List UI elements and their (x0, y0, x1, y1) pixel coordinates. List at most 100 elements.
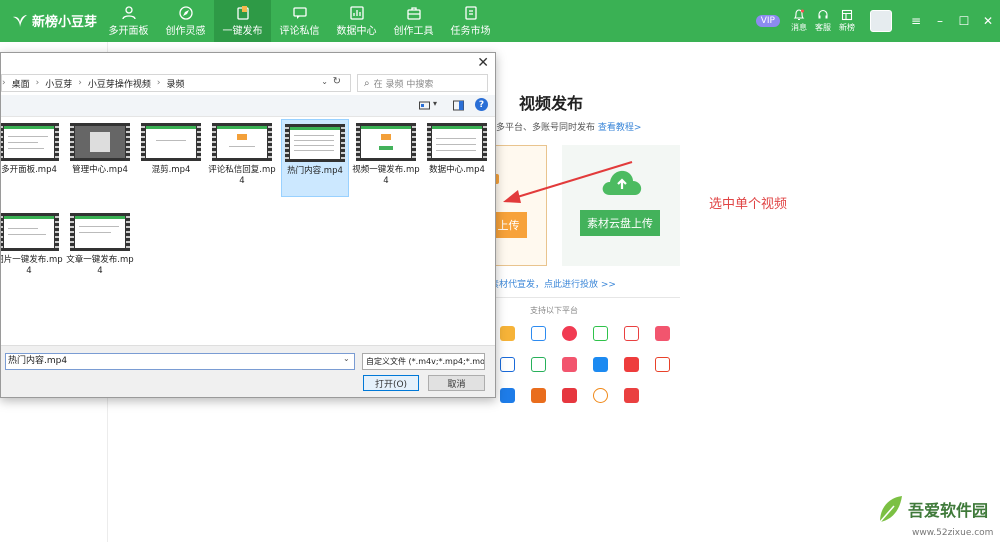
platform-icon (531, 357, 546, 372)
video-thumbnail (427, 123, 487, 161)
newrank-button[interactable]: 新榜 (836, 9, 858, 33)
file-item[interactable]: 管理中心.mp4 (66, 119, 134, 176)
chevron-down-icon[interactable]: ▾ (433, 99, 437, 108)
subtitle-text: 、多平台、多账号同时发布 (487, 123, 596, 133)
help-icon[interactable]: ? (475, 98, 488, 111)
cloud-upload-card[interactable] (562, 145, 680, 266)
task-icon (464, 5, 477, 20)
page-subtitle: 、多平台、多账号同时发布 查看教程> (487, 120, 641, 133)
address-bar[interactable]: › 桌面 › 小豆芽 › 小豆芽操作视频 › 录频 ⌄ ↻ (1, 74, 351, 92)
cancel-button[interactable]: 取消 (428, 375, 485, 391)
platform-icon (624, 357, 639, 372)
file-name: 混剪.mp4 (151, 165, 191, 175)
dialog-toolbar: ▾ (1, 95, 495, 117)
breadcrumb-item[interactable]: 小豆芽操作视频 (88, 77, 151, 90)
close-icon[interactable]: ✕ (976, 14, 1000, 28)
nav-label: 创作灵感 (165, 25, 206, 37)
search-placeholder: 在 录频 中搜索 (373, 79, 434, 90)
view-options-icon[interactable] (419, 100, 430, 111)
nav-multi-panel[interactable]: 多开面板 (100, 0, 157, 42)
open-button[interactable]: 打开(O) (363, 375, 419, 391)
promo-link[interactable]: 素材代宣发，点此进行投放 >> (490, 277, 616, 290)
breadcrumb-item[interactable]: 小豆芽 (45, 77, 72, 90)
platform-icon (593, 388, 608, 403)
maximize-icon[interactable]: ☐ (952, 14, 976, 28)
video-thumbnail (141, 123, 201, 161)
search-input[interactable]: ⌕ 在 录频 中搜索 (357, 74, 488, 92)
cloud-upload-button[interactable]: 素材云盘上传 (580, 210, 660, 236)
platform-icon (655, 326, 670, 341)
nav-label: 一键发布 (222, 25, 263, 37)
watermark-url: www.52zixue.com (912, 528, 994, 538)
compass-icon (178, 5, 193, 20)
nav-label: 多开面板 (108, 25, 149, 37)
nav-creation-tools[interactable]: 创作工具 (385, 0, 442, 42)
file-open-dialog: ✕ › 桌面 › 小豆芽 › 小豆芽操作视频 › 录频 ⌄ ↻ ⌕ 在 录频 中… (0, 52, 496, 398)
messages-button[interactable]: 消息 (788, 9, 810, 33)
file-item-selected[interactable]: 热门内容.mp4 (281, 119, 349, 197)
platform-icon (531, 326, 546, 341)
file-name: 热门内容.mp4 (287, 166, 343, 176)
chevron-down-icon[interactable]: ⌄ (321, 77, 328, 86)
board-icon (841, 9, 853, 21)
file-name: 文章一键发布.mp4 (66, 255, 134, 276)
file-name: 多开面板.mp4 (1, 165, 57, 175)
platform-icon (562, 326, 577, 341)
sprout-icon (13, 14, 27, 27)
bell-icon (793, 9, 805, 21)
breadcrumb-item[interactable]: 录频 (166, 77, 184, 90)
support-button[interactable]: 客服 (812, 9, 834, 33)
nav-task-market[interactable]: 任务市场 (442, 0, 499, 42)
vip-badge[interactable]: VIP (755, 15, 780, 27)
platform-icon (593, 357, 608, 372)
divider (470, 297, 680, 298)
nav-label: 创作工具 (393, 25, 434, 37)
file-name: 图片一键发布.mp4 (0, 255, 63, 276)
dialog-bottom-bar: 热门内容.mp4 ⌄ 自定义文件 (*.m4v;*.mp4;*.mov 打开(O… (1, 345, 495, 397)
toolbox-icon (406, 6, 421, 20)
refresh-icon[interactable]: ↻ (333, 76, 341, 87)
platform-icon (500, 326, 515, 341)
filename-input[interactable]: 热门内容.mp4 (5, 353, 355, 370)
avatar[interactable] (870, 10, 892, 32)
preview-pane-icon[interactable] (453, 100, 464, 111)
tool-label: 新榜 (839, 23, 855, 32)
dialog-close-icon[interactable]: ✕ (477, 55, 489, 71)
file-item[interactable]: 文章一键发布.mp4 (66, 209, 134, 277)
people-icon (121, 5, 136, 19)
file-name: 视频一键发布.mp4 (352, 165, 420, 186)
file-item[interactable]: 视频一键发布.mp4 (352, 119, 420, 187)
menu-icon[interactable]: ≡ (904, 14, 928, 28)
chevron-right-icon: › (2, 78, 6, 88)
platform-icon (593, 326, 608, 341)
breadcrumb-item[interactable]: 桌面 (12, 77, 30, 90)
nav-one-click-publish[interactable]: 一键发布 (214, 0, 271, 42)
chevron-right-icon: › (35, 78, 40, 88)
platform-icon (624, 388, 639, 403)
chart-icon (349, 5, 364, 20)
headset-icon (818, 9, 828, 19)
platform-icon (655, 357, 670, 372)
watermark: 吾爱软件园 (878, 494, 988, 524)
file-item[interactable]: 评论私信回复.mp4 (208, 119, 276, 187)
file-item[interactable]: 多开面板.mp4 (1, 119, 63, 176)
chevron-right-icon: › (156, 78, 161, 88)
tutorial-link[interactable]: 查看教程> (598, 123, 642, 133)
nav-comments[interactable]: 评论私信 (271, 0, 328, 42)
tool-label: 客服 (815, 23, 831, 32)
chevron-down-icon[interactable]: ⌄ (343, 354, 350, 363)
file-item[interactable]: 图片一键发布.mp4 (0, 209, 63, 277)
minimize-icon[interactable]: – (928, 14, 952, 28)
filetype-select[interactable]: 自定义文件 (*.m4v;*.mp4;*.mov (362, 353, 485, 370)
nav-inspiration[interactable]: 创作灵感 (157, 0, 214, 42)
chevron-right-icon: › (78, 78, 82, 88)
nav-data-center[interactable]: 数据中心 (328, 0, 385, 42)
video-thumbnail (70, 123, 130, 161)
video-thumbnail (70, 213, 130, 251)
nav-label: 任务市场 (450, 25, 491, 37)
file-item[interactable]: 混剪.mp4 (137, 119, 205, 176)
app-name: 新榜小豆芽 (32, 15, 98, 30)
cloud-upload-icon (602, 170, 642, 195)
platform-icon (562, 357, 577, 372)
file-item[interactable]: 数据中心.mp4 (423, 119, 491, 176)
